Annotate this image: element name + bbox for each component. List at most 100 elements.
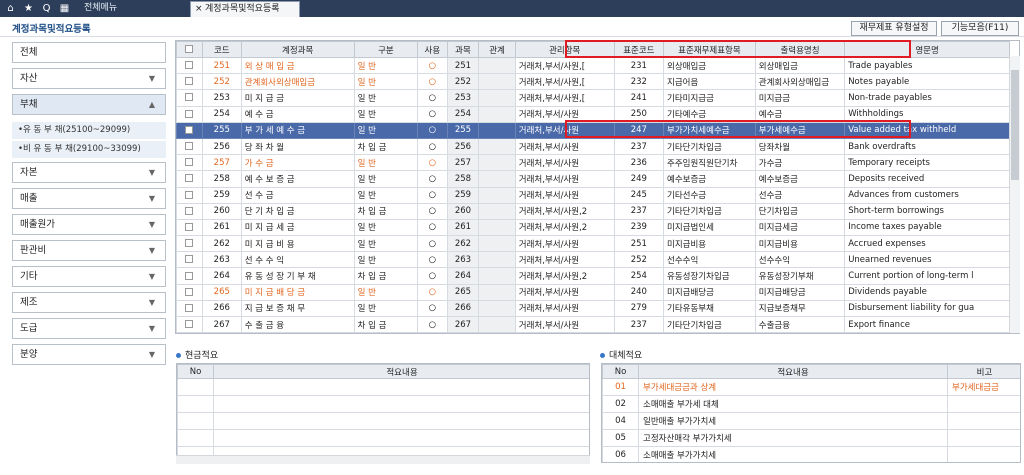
- tab-all-menu[interactable]: 전체메뉴: [70, 1, 188, 17]
- row-checkbox-cell[interactable]: [176, 154, 203, 172]
- row-checkbox-cell[interactable]: [176, 202, 203, 220]
- row-checkbox[interactable]: [185, 190, 194, 199]
- col-header[interactable]: 과목: [446, 41, 480, 58]
- table-row[interactable]: 252 관계회사외상매입금 일 반 ○ 252 거래처,부서/사원,[232 지급어음 관계회…: [176, 73, 1010, 91]
- search-icon[interactable]: Q: [40, 2, 53, 15]
- table-row[interactable]: 06 소매매출 부가가치세: [602, 446, 1020, 462]
- home-icon[interactable]: ⌂: [4, 2, 17, 15]
- table-row[interactable]: 257 가 수 금일 반 ○ 257 거래처,부서/사원 236 주주임원직원단기차 가수금 T…: [176, 154, 1010, 172]
- sidebar-item[interactable]: 자산 ▼: [12, 68, 166, 89]
- col-header[interactable]: 구분: [353, 41, 419, 58]
- table-row[interactable]: 258 예 수 보 증 금일 반 ○ 258 거래처,부서/사원 249 예수보증금 예수보증…: [176, 170, 1010, 188]
- function-menu-button[interactable]: 기능모음(F11): [941, 21, 1019, 36]
- row-checkbox[interactable]: [185, 77, 194, 86]
- row-checkbox[interactable]: [185, 303, 194, 312]
- cash-horizontal-scrollbar[interactable]: [176, 455, 590, 464]
- sidebar-item[interactable]: 판관비 ▼: [12, 240, 166, 261]
- sidebar-item[interactable]: 기타 ▼: [12, 266, 166, 287]
- tab-account-registration[interactable]: × 계정과목및적요등록: [190, 1, 300, 17]
- row-checkbox-cell[interactable]: [176, 315, 203, 333]
- table-row[interactable]: 02 소매매출 부가세 대체: [602, 395, 1020, 413]
- col-header[interactable]: 계정과목: [240, 41, 355, 58]
- row-checkbox-cell[interactable]: [176, 218, 203, 237]
- table-cell: 미지급금: [754, 89, 846, 107]
- table-row[interactable]: 261 미 지 급 세 금일 반 ○ 261 거래처,부서/사원,2 239 미지급법인세 미…: [176, 218, 1010, 237]
- row-checkbox-cell[interactable]: [176, 89, 203, 107]
- row-checkbox[interactable]: [185, 222, 194, 231]
- row-checkbox-cell[interactable]: [176, 186, 203, 204]
- close-tab-icon[interactable]: ×: [195, 2, 203, 17]
- table-cell: 일 반: [353, 251, 419, 269]
- row-checkbox[interactable]: [185, 125, 194, 134]
- table-row[interactable]: 260 단 기 차 입 금차 입 금 ○ 260 거래처,부서/사원,2 237 기타단기차…: [176, 202, 1010, 220]
- table-cell: [478, 251, 516, 269]
- select-all-checkbox[interactable]: [185, 45, 194, 53]
- sidebar-item[interactable]: 매출원가 ▼: [12, 214, 166, 235]
- table-row[interactable]: 262 미 지 급 비 용일 반 ○ 262 거래처,부서/사원 251 미지급비용 미지급비…: [176, 235, 1010, 253]
- chevron-down-icon: ▼: [148, 74, 155, 83]
- row-checkbox-cell[interactable]: [176, 251, 203, 269]
- row-checkbox-cell[interactable]: [176, 121, 203, 139]
- row-checkbox-cell[interactable]: [176, 170, 203, 188]
- row-checkbox[interactable]: [185, 239, 194, 248]
- sidebar-item[interactable]: 자본 ▼: [12, 162, 166, 183]
- table-row[interactable]: 256 당 좌 차 월차 입 금 ○ 256 거래처,부서/사원 237 기타단기차입금 당좌…: [176, 137, 1010, 156]
- sidebar-item[interactable]: 제조 ▼: [12, 292, 166, 313]
- row-checkbox-cell[interactable]: [176, 73, 203, 91]
- row-checkbox-cell[interactable]: [176, 137, 203, 156]
- row-checkbox[interactable]: [185, 142, 194, 151]
- row-checkbox-cell[interactable]: [176, 299, 203, 318]
- row-checkbox[interactable]: [185, 109, 194, 118]
- star-icon[interactable]: ★: [22, 2, 35, 15]
- col-header[interactable]: 코드: [201, 41, 242, 58]
- sidebar-item[interactable]: 전체: [12, 42, 166, 63]
- col-header[interactable]: 사용: [417, 41, 448, 58]
- row-checkbox[interactable]: [185, 93, 194, 102]
- col-header[interactable]: 관계: [478, 41, 516, 58]
- table-cell: 251: [446, 56, 480, 75]
- table-row[interactable]: 01 부가세대금금과 상계 부가세대금금: [602, 378, 1020, 396]
- row-checkbox[interactable]: [185, 174, 194, 183]
- table-row[interactable]: 253 미 지 급 금일 반 ○ 253 거래처,부서/사원,[241 기타미지급금 미지급…: [176, 89, 1010, 107]
- row-checkbox-cell[interactable]: [176, 267, 203, 285]
- table-row[interactable]: 251 외 상 매 입 금일 반 ○ 251 거래처,부서/사원,[231 외상매입금 외상…: [176, 56, 1010, 75]
- table-row[interactable]: 267 수 출 금 융차 입 금 ○ 267 거래처,부서/사원 237 기타단기차입금 수출…: [176, 315, 1010, 333]
- row-checkbox[interactable]: [185, 255, 194, 264]
- table-row[interactable]: [177, 429, 589, 447]
- table-row[interactable]: 04 일반매출 부가가치세: [602, 412, 1020, 430]
- sidebar-item[interactable]: 부채 ▲: [12, 94, 166, 115]
- sidebar-item[interactable]: 도급 ▼: [12, 318, 166, 339]
- col-header[interactable]: [176, 41, 203, 58]
- row-checkbox-cell[interactable]: [176, 56, 203, 75]
- row-checkbox[interactable]: [185, 61, 194, 70]
- grid-vertical-scrollbar[interactable]: [1009, 56, 1020, 333]
- row-checkbox-cell[interactable]: [176, 283, 203, 301]
- table-row[interactable]: 263 선 수 수 익일 반 ○ 263 거래처,부서/사원 252 선수수익 선수수익 Une…: [176, 251, 1010, 269]
- table-row[interactable]: [177, 395, 589, 413]
- table-row[interactable]: 05 고정자산매각 부가가치세: [602, 429, 1020, 447]
- sidebar-subitem[interactable]: •유 동 부 채(25100~29099): [12, 122, 166, 139]
- row-checkbox[interactable]: [185, 320, 194, 329]
- col-header: No: [177, 364, 214, 379]
- row-checkbox-cell[interactable]: [176, 235, 203, 253]
- row-checkbox[interactable]: [185, 158, 194, 167]
- table-row[interactable]: 259 선 수 금일 반 ○ 259 거래처,부서/사원 245 기타선수금 선수금 Advan…: [176, 186, 1010, 204]
- row-checkbox[interactable]: [185, 271, 194, 280]
- row-checkbox[interactable]: [185, 206, 194, 215]
- row-checkbox[interactable]: [185, 287, 194, 296]
- table-row[interactable]: 266 지 급 보 증 채 무일 반 ○ 266 거래처,부서/사원 279 기타유동부채 지…: [176, 299, 1010, 318]
- sidebar-item[interactable]: 매출 ▼: [12, 188, 166, 209]
- table-row[interactable]: [177, 378, 589, 396]
- sidebar-subitem[interactable]: •비 유 동 부 채(29100~33099): [12, 141, 166, 158]
- table-cell: [947, 446, 1020, 462]
- table-row[interactable]: 264 유 동 성 장 기 부 채차 입 금 ○ 264 거래처,부서/사원,2 254 유…: [176, 267, 1010, 285]
- table-cell: 267: [446, 315, 480, 333]
- sidebar-item[interactable]: 분양 ▼: [12, 344, 166, 365]
- fs-type-settings-button[interactable]: 재무제표 유형설정: [851, 21, 937, 36]
- table-row[interactable]: 265 미 지 급 배 당 금일 반 ○ 265 거래처,부서/사원 240 미지급배당금 미…: [176, 283, 1010, 301]
- table-cell: 252: [613, 251, 665, 269]
- table-cell: 일 반: [353, 170, 419, 188]
- table-cell: 수출금융: [754, 315, 846, 333]
- table-row[interactable]: [177, 412, 589, 430]
- row-checkbox-cell[interactable]: [176, 105, 203, 123]
